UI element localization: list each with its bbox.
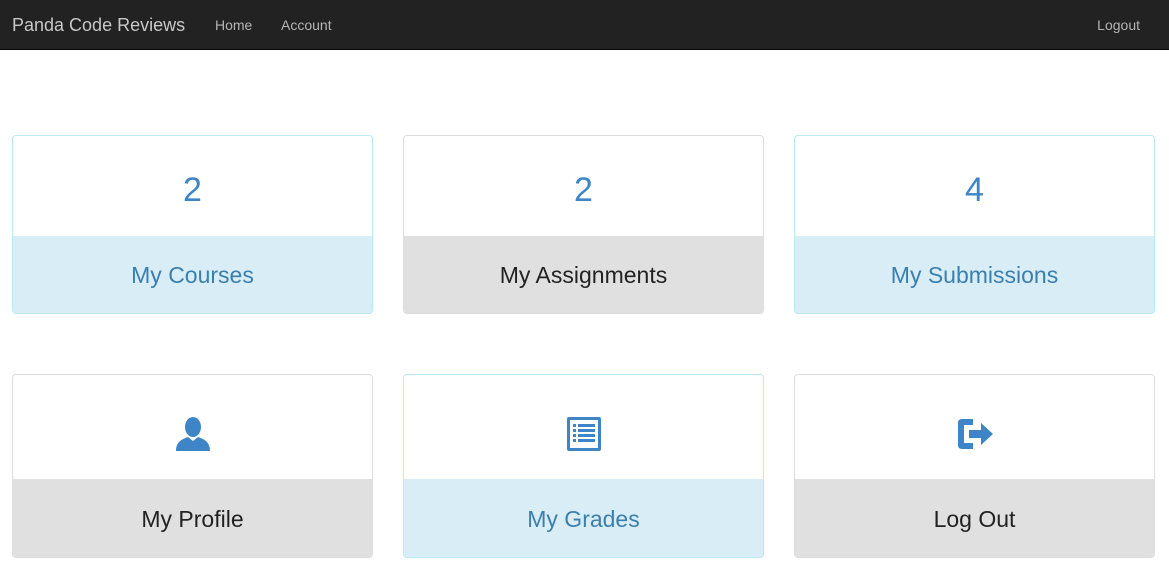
my-profile-card[interactable]: My Profile (12, 374, 373, 558)
nav-account-link[interactable]: Account (281, 16, 332, 34)
card-body (795, 375, 1154, 479)
card-body: 4 (795, 136, 1154, 236)
my-submissions-card[interactable]: 4 My Submissions (794, 135, 1155, 314)
card-body: 2 (13, 136, 372, 236)
card-body (404, 375, 763, 479)
list-alt-icon (564, 414, 604, 454)
my-submissions-label[interactable]: My Submissions (795, 236, 1154, 313)
courses-count: 2 (183, 171, 202, 209)
submissions-count: 4 (965, 171, 984, 209)
my-assignments-card[interactable]: 2 My Assignments (403, 135, 764, 314)
top-navbar: Panda Code Reviews Home Account Logout (0, 0, 1169, 50)
card-body: 2 (404, 136, 763, 236)
user-icon (173, 414, 213, 454)
nav-logout-link[interactable]: Logout (1097, 16, 1140, 34)
log-out-icon (955, 414, 995, 454)
nav-home-link[interactable]: Home (215, 16, 252, 34)
assignments-count: 2 (574, 171, 593, 209)
my-assignments-label[interactable]: My Assignments (404, 236, 763, 313)
card-body (13, 375, 372, 479)
my-profile-label[interactable]: My Profile (13, 479, 372, 557)
log-out-card[interactable]: Log Out (794, 374, 1155, 558)
my-grades-card[interactable]: My Grades (403, 374, 764, 558)
my-courses-card[interactable]: 2 My Courses (12, 135, 373, 314)
log-out-label[interactable]: Log Out (795, 479, 1154, 557)
my-grades-label[interactable]: My Grades (404, 479, 763, 557)
brand-link[interactable]: Panda Code Reviews (12, 14, 185, 36)
my-courses-label[interactable]: My Courses (13, 236, 372, 313)
